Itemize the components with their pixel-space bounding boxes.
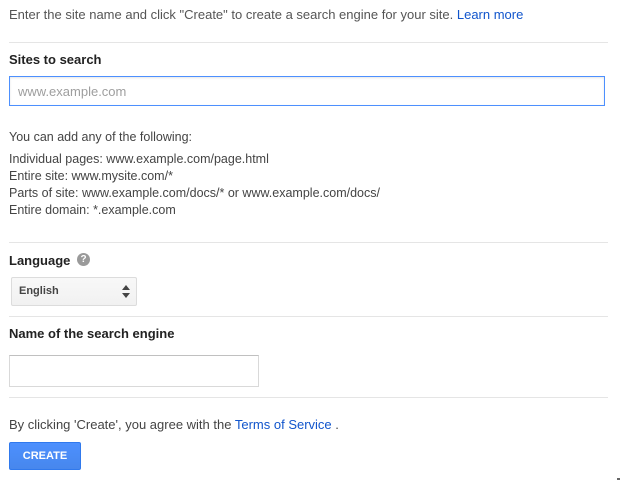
divider	[9, 397, 608, 398]
hint-individual-pages: Individual pages: www.example.com/page.h…	[9, 152, 269, 166]
language-selected-value: English	[19, 285, 59, 297]
divider	[9, 42, 608, 43]
hint-entire-domain: Entire domain: *.example.com	[9, 203, 176, 217]
search-engine-name-heading: Name of the search engine	[9, 326, 175, 341]
hint-intro: You can add any of the following:	[9, 130, 193, 144]
terms-of-service-link[interactable]: Terms of Service	[235, 417, 332, 432]
intro-message: Enter the site name and click "Create" t…	[9, 7, 454, 22]
learn-more-link[interactable]: Learn more	[457, 7, 523, 22]
corner-mark	[617, 478, 620, 480]
sites-to-search-heading: Sites to search	[9, 52, 102, 67]
divider	[9, 316, 608, 317]
divider	[9, 242, 608, 243]
site-url-input[interactable]	[9, 76, 605, 106]
select-arrows-icon	[122, 285, 130, 298]
language-heading: Language	[9, 253, 71, 268]
create-button[interactable]: CREATE	[9, 442, 81, 470]
hint-parts-of-site: Parts of site: www.example.com/docs/* or…	[9, 186, 380, 200]
intro-text: Enter the site name and click "Create" t…	[9, 7, 523, 22]
question-icon[interactable]: ?	[77, 253, 90, 266]
terms-suffix: .	[335, 417, 339, 432]
terms-prefix: By clicking 'Create', you agree with the	[9, 417, 232, 432]
hint-entire-site: Entire site: www.mysite.com/*	[9, 169, 173, 183]
search-engine-name-input[interactable]	[9, 355, 259, 387]
terms-text: By clicking 'Create', you agree with the…	[9, 417, 339, 432]
language-select[interactable]: English	[11, 277, 137, 306]
